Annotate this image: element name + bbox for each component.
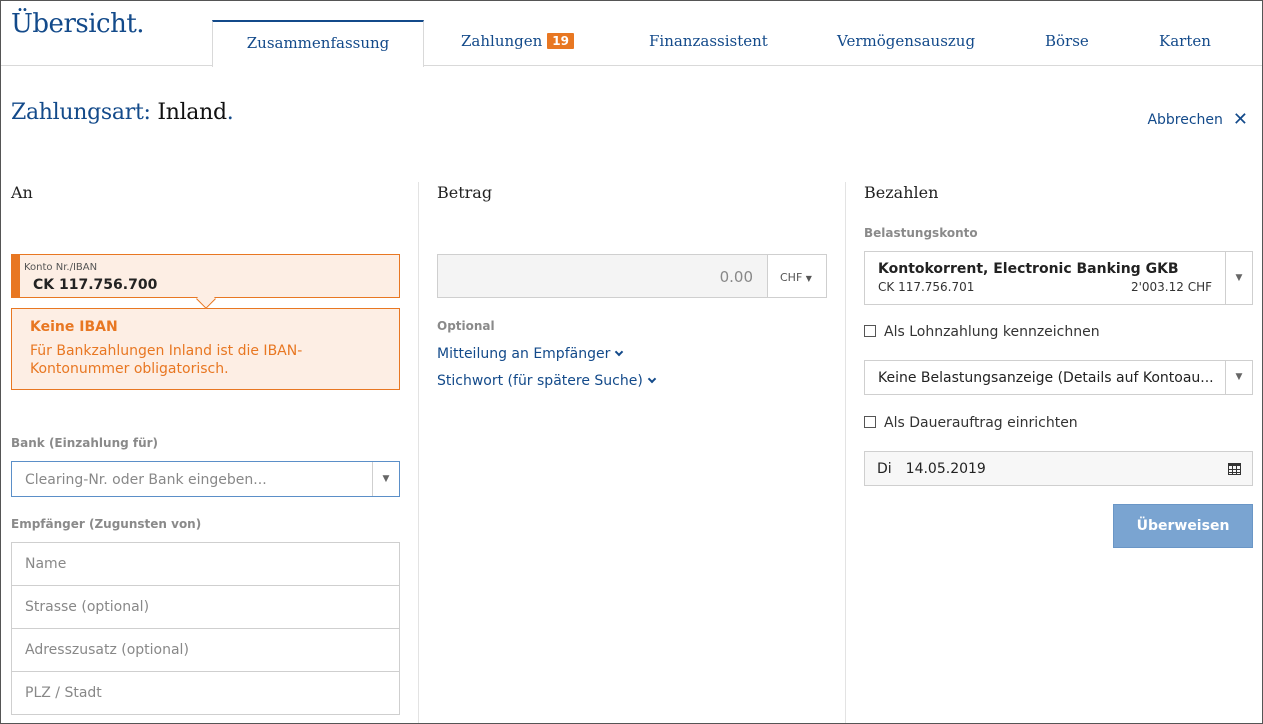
payments-count-badge: 19: [547, 33, 574, 49]
debit-account-label: Belastungskonto: [864, 226, 978, 240]
close-icon[interactable]: ✕: [1233, 109, 1248, 130]
calendar-icon[interactable]: [1228, 463, 1241, 475]
keyword-link[interactable]: Stichwort (für spätere Suche): [437, 373, 657, 389]
checkbox-icon: [864, 416, 876, 428]
account-iban: CK 117.756.701: [878, 280, 975, 294]
chevron-down-icon: [615, 347, 624, 357]
column-divider: [845, 182, 846, 723]
tab-boerse[interactable]: Börse: [1045, 32, 1089, 50]
link-label: Stichwort (für spätere Suche): [437, 373, 643, 389]
cancel-button[interactable]: Abbrechen ✕: [1147, 109, 1248, 130]
date-weekday: Di: [877, 461, 892, 477]
tab-karten[interactable]: Karten: [1159, 32, 1211, 50]
link-label: Mitteilung an Empfänger: [437, 346, 611, 362]
message-to-recipient-link[interactable]: Mitteilung an Empfänger: [437, 346, 624, 362]
section-heading-to: An: [11, 183, 33, 202]
app-logo[interactable]: Übersicht.: [11, 9, 145, 39]
debit-account-select[interactable]: Kontokorrent, Electronic Banking GKB CK …: [864, 251, 1253, 305]
top-navigation: Übersicht. Zusammenfassung Zahlungen 19 F…: [1, 1, 1262, 67]
tab-zahlungen[interactable]: Zahlungen 19: [461, 32, 574, 50]
chevron-down-icon[interactable]: ▼: [1225, 361, 1252, 394]
transfer-button[interactable]: Überweisen: [1113, 504, 1253, 548]
optional-label: Optional: [437, 319, 495, 333]
chevron-down-icon: ▼: [805, 274, 812, 283]
account-name: Kontokorrent, Electronic Banking GKB: [878, 261, 1179, 277]
amount-input[interactable]: 0.00: [437, 254, 768, 298]
field-placeholder: Adresszusatz (optional): [25, 642, 189, 658]
recipient-address-extra-field[interactable]: Adresszusatz (optional): [11, 628, 400, 672]
bank-placeholder: Clearing-Nr. oder Bank eingeben...: [25, 472, 267, 488]
tab-label: Zahlungen: [461, 32, 543, 50]
recipient-label: Empfänger (Zugunsten von): [11, 517, 202, 531]
standing-order-checkbox[interactable]: Als Dauerauftrag einrichten: [864, 415, 1078, 431]
tab-zusammenfassung[interactable]: Zusammenfassung: [212, 20, 424, 67]
page-title: Zahlungsart: Inland.: [11, 100, 234, 125]
checkbox-icon: [864, 325, 876, 337]
bank-select[interactable]: Clearing-Nr. oder Bank eingeben... ▼: [11, 461, 400, 497]
bank-label: Bank (Einzahlung für): [11, 436, 159, 450]
title-prefix: Zahlungsart:: [11, 100, 151, 125]
account-balance: 2'003.12 CHF: [1130, 280, 1212, 294]
app-frame: Übersicht. Zusammenfassung Zahlungen 19 F…: [0, 0, 1263, 724]
title-value: Inland: [157, 100, 227, 125]
cancel-label: Abbrechen: [1147, 112, 1223, 128]
amount-value: 0.00: [719, 268, 753, 286]
chevron-down-icon[interactable]: ▼: [1225, 252, 1252, 304]
chevron-down-icon: [647, 374, 657, 384]
currency-value: CHF: [780, 271, 803, 284]
tab-finanzassistent[interactable]: Finanzassistent: [649, 32, 768, 50]
section-heading-pay: Bezahlen: [864, 183, 939, 202]
recipient-zip-city-field[interactable]: PLZ / Stadt: [11, 671, 400, 715]
currency-select[interactable]: CHF ▼: [767, 254, 827, 298]
debit-notification-select[interactable]: Keine Belastungsanzeige (Details auf Kon…: [864, 360, 1253, 395]
column-divider: [418, 182, 419, 723]
tab-label: Zusammenfassung: [246, 34, 390, 52]
notification-value: Keine Belastungsanzeige (Details auf Kon…: [878, 370, 1214, 386]
recipient-name-field[interactable]: Name: [11, 542, 400, 586]
error-text: Für Bankzahlungen Inland ist die IBAN-Ko…: [30, 343, 303, 377]
execution-date-field[interactable]: Di 14.05.2019: [864, 451, 1253, 486]
section-heading-amount: Betrag: [437, 183, 493, 202]
account-iban-value[interactable]: CK 117.756.700: [33, 277, 157, 293]
field-placeholder: PLZ / Stadt: [25, 685, 102, 701]
field-placeholder: Name: [25, 556, 67, 572]
tab-vermoegensauszug[interactable]: Vermögensauszug: [837, 32, 975, 50]
recipient-street-field[interactable]: Strasse (optional): [11, 585, 400, 629]
error-title: Keine IBAN: [30, 319, 118, 335]
iban-error-message: Keine IBAN Für Bankzahlungen Inland ist …: [11, 308, 400, 390]
checkbox-label: Als Dauerauftrag einrichten: [884, 415, 1078, 431]
field-placeholder: Strasse (optional): [25, 599, 150, 615]
date-value: 14.05.2019: [905, 461, 986, 477]
checkbox-label: Als Lohnzahlung kennzeichnen: [884, 324, 1100, 340]
salary-payment-checkbox[interactable]: Als Lohnzahlung kennzeichnen: [864, 324, 1100, 340]
chevron-down-icon[interactable]: ▼: [372, 462, 399, 496]
title-dot: .: [226, 100, 234, 125]
account-iban-label: Konto Nr./IBAN: [24, 262, 98, 273]
